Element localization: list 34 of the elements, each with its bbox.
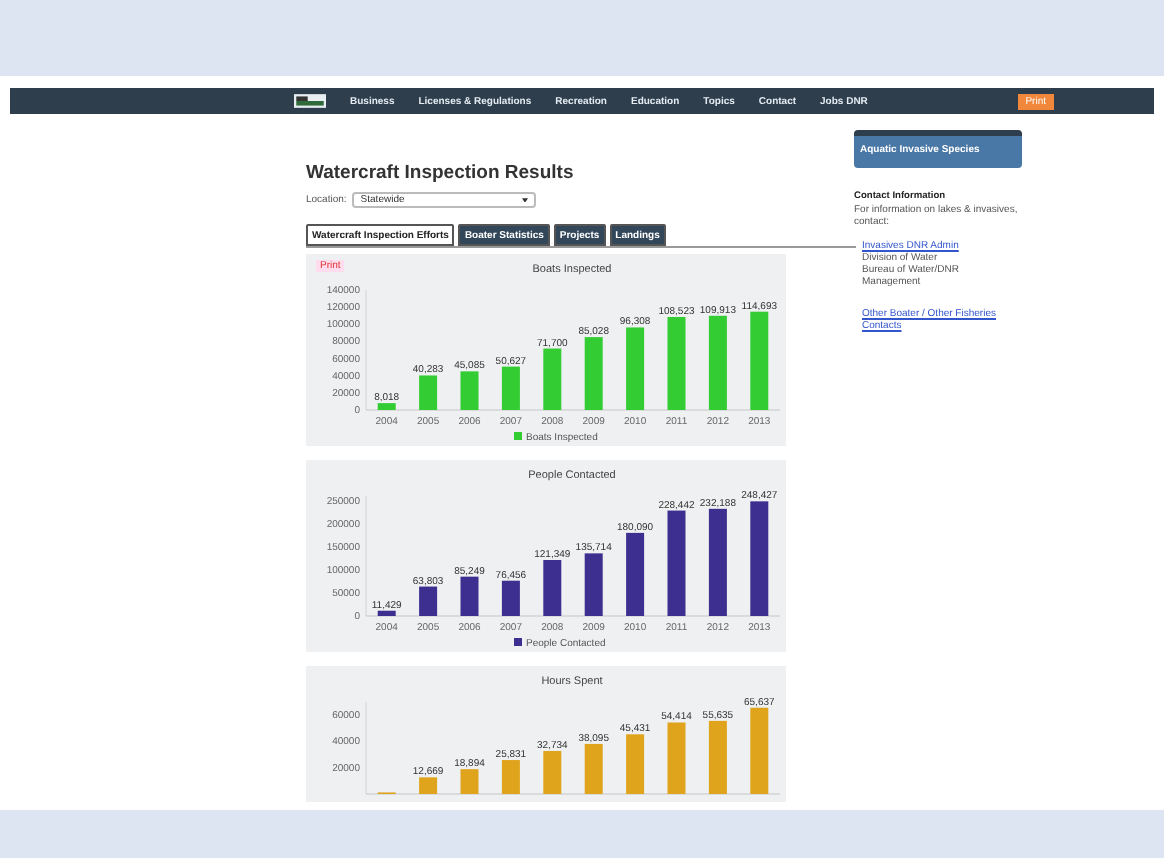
bar <box>377 403 396 410</box>
bar <box>377 610 396 616</box>
bar <box>460 371 479 410</box>
bar <box>708 508 727 616</box>
bar <box>419 586 438 616</box>
bar <box>543 348 562 410</box>
bar <box>750 311 769 410</box>
legend-swatch <box>514 432 522 440</box>
bar <box>584 337 603 410</box>
bar <box>543 751 562 794</box>
page-title: Watercraft Inspection Results <box>306 162 576 184</box>
bar <box>626 734 645 794</box>
bar <box>584 553 603 616</box>
bar <box>501 760 520 794</box>
bar <box>543 560 562 616</box>
bar <box>626 327 645 410</box>
bar <box>419 777 438 794</box>
bar <box>750 707 769 794</box>
bar <box>750 501 769 616</box>
bar <box>667 722 686 794</box>
bar <box>708 315 727 410</box>
bar <box>419 375 438 410</box>
caret-icon <box>522 197 529 203</box>
bar <box>708 720 727 794</box>
bar <box>460 576 479 616</box>
bar <box>626 532 645 616</box>
bar <box>667 510 686 616</box>
bar <box>584 743 603 794</box>
bar <box>460 769 479 794</box>
legend-swatch <box>514 638 522 646</box>
bar <box>501 580 520 616</box>
bar <box>501 366 520 410</box>
logo-icon[interactable] <box>294 94 326 108</box>
bar <box>667 317 686 410</box>
